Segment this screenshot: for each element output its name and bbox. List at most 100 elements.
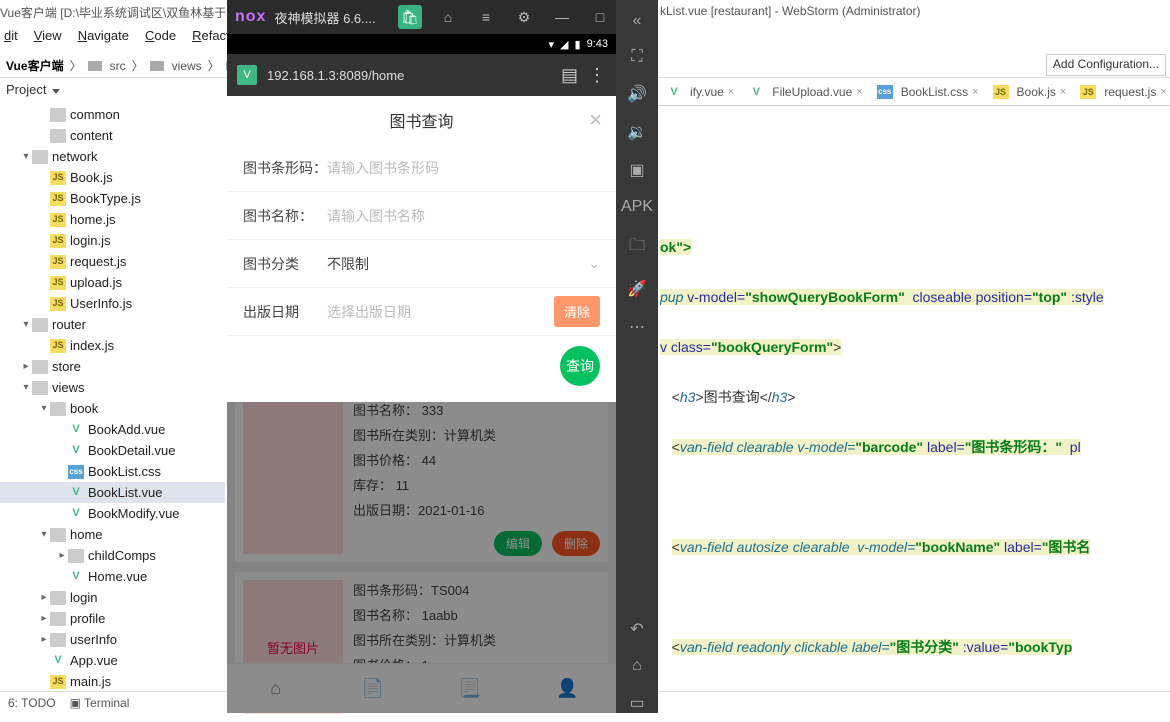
close-icon[interactable]: × [856,86,862,98]
tree-item-store[interactable]: store [0,356,225,377]
tree-item-login[interactable]: login [0,587,225,608]
nox-sidebar[interactable]: « ⛶ 🔊 🔉 ▣ APK 🗀 🚀 ⋯ ↶ ⌂ ▭ [616,0,658,713]
tab-requestjs[interactable]: JSrequest.js× [1074,81,1170,103]
close-icon[interactable]: × [589,107,602,133]
browser-address-bar[interactable]: V 192.168.1.3:8089/home ▤ ⋮ [227,54,616,96]
collapse-icon[interactable]: « [633,12,642,30]
bookname-input[interactable]: 请输入图书名称 [327,206,600,226]
close-icon[interactable]: × [728,86,734,98]
rocket-icon[interactable]: 🚀 [627,279,647,299]
js-icon: JS [993,85,1009,99]
url-text[interactable]: 192.168.1.3:8089/home [267,68,551,83]
menu-edit[interactable]: dit [4,28,18,52]
breadcrumb-project[interactable]: Vue客户端 [6,57,64,74]
query-button[interactable]: 查询 [560,346,600,386]
android-home-icon[interactable]: ⌂ [632,657,642,675]
tree-item-common[interactable]: common [0,104,225,125]
ide-menu-bar[interactable]: dit View Navigate Code Refactor [0,28,241,52]
back-icon[interactable]: ↶ [630,619,643,639]
tree-item-home-js[interactable]: JShome.js [0,209,225,230]
tree-item-bookmodify-vue[interactable]: VBookModify.vue [0,503,225,524]
recent-icon[interactable]: ▭ [629,693,644,713]
tree-item-content[interactable]: content [0,125,225,146]
maximize-icon[interactable]: □ [588,5,612,29]
tree-item-booklist-vue[interactable]: VBookList.vue [0,482,225,503]
tree-item-router[interactable]: router [0,314,225,335]
tree-item-childcomps[interactable]: childComps [0,545,225,566]
android-status-bar: ▾ ◢ ▮ 9:43 [227,34,616,54]
field-label: 图书分类 [243,254,327,274]
folder-icon[interactable]: 🗀 [629,234,645,261]
nox-titlebar[interactable]: nox 夜神模拟器 6.6.... 🛍 ⌂ ≡ ⚙ — □ ✕ [227,0,658,34]
bookname-field[interactable]: 图书名称： 请输入图书名称 [227,192,616,240]
tree-item-main-js[interactable]: JSmain.js [0,671,225,692]
kebab-icon[interactable]: ⋮ [588,65,606,86]
category-field[interactable]: 图书分类 不限制 ⌄ [227,240,616,288]
editor-tabs[interactable]: Vify.vue× VFileUpload.vue× cssBookList.c… [658,78,1170,106]
nox-title: 夜神模拟器 6.6.... [274,8,390,27]
tab-booklistcss[interactable]: cssBookList.css× [871,81,985,103]
publishdate-field[interactable]: 出版日期 选择出版日期 清除 [227,288,616,336]
barcode-input[interactable]: 请输入图书条形码 [327,158,600,178]
tabs-icon[interactable]: ▤ [561,65,578,86]
code-editor[interactable]: ok"> pup v-model="showQueryBookForm" clo… [660,110,1170,675]
tree-item-booktype-js[interactable]: JSBookType.js [0,188,225,209]
close-icon[interactable]: × [972,86,978,98]
tree-item-userinfo-js[interactable]: JSUserInfo.js [0,293,225,314]
volume-up-icon[interactable]: 🔊 [627,84,647,104]
breadcrumb-src[interactable]: src [110,59,126,73]
volume-down-icon[interactable]: 🔉 [627,122,647,142]
gear-icon[interactable]: ⚙ [512,5,536,29]
menu-navigate[interactable]: Navigate [78,28,129,52]
tree-item-upload-js[interactable]: JSupload.js [0,272,225,293]
home-icon[interactable]: ⌂ [436,5,460,29]
book-query-modal: 图书查询 × 图书条形码： 请输入图书条形码 图书名称： 请输入图书名称 图书分… [227,96,616,402]
tab-ifyvue[interactable]: Vify.vue× [660,81,740,103]
folder-icon [88,61,102,71]
field-label: 出版日期 [243,302,327,322]
apk-icon[interactable]: APK [621,198,653,216]
tree-item-bookadd-vue[interactable]: VBookAdd.vue [0,419,225,440]
close-icon[interactable]: × [1160,86,1166,98]
todo-tool[interactable]: 6: TODO [8,696,56,710]
close-icon[interactable]: × [1060,86,1066,98]
screenshot-icon[interactable]: ▣ [629,160,644,180]
tree-item-profile[interactable]: profile [0,608,225,629]
tree-item-book-js[interactable]: JSBook.js [0,167,225,188]
tree-item-views[interactable]: views [0,377,225,398]
tree-item-request-js[interactable]: JSrequest.js [0,251,225,272]
date-input[interactable]: 选择出版日期 [327,302,546,322]
more-icon[interactable]: ⋯ [629,317,645,337]
vue-icon: V [237,65,257,85]
tree-item-app-vue[interactable]: VApp.vue [0,650,225,671]
terminal-tool[interactable]: ▣ Terminal [70,696,130,710]
tree-item-network[interactable]: network [0,146,225,167]
project-tool-label[interactable]: Project [6,82,60,97]
vue-icon: V [666,85,682,99]
tree-item-userinfo[interactable]: userInfo [0,629,225,650]
minimize-icon[interactable]: — [550,5,574,29]
clear-button[interactable]: 清除 [554,296,600,327]
tree-item-booklist-css[interactable]: cssBookList.css [0,461,225,482]
menu-code[interactable]: Code [145,28,176,52]
tree-item-bookdetail-vue[interactable]: VBookDetail.vue [0,440,225,461]
tab-fileupload[interactable]: VFileUpload.vue× [742,81,868,103]
add-configuration-button[interactable]: Add Configuration... [1046,54,1166,76]
project-tree[interactable]: commoncontentnetworkJSBook.jsJSBookType.… [0,104,225,692]
menu-icon[interactable]: ≡ [474,5,498,29]
battery-icon: ▮ [575,38,581,51]
barcode-field[interactable]: 图书条形码： 请输入图书条形码 [227,144,616,192]
tab-bookjs[interactable]: JSBook.js× [987,81,1073,103]
tree-item-home[interactable]: home [0,524,225,545]
vue-icon: V [748,85,764,99]
nox-logo: nox [235,8,266,26]
fullscreen-icon[interactable]: ⛶ [631,48,642,66]
menu-view[interactable]: View [34,28,62,52]
tree-item-login-js[interactable]: JSlogin.js [0,230,225,251]
signal-icon: ◢ [560,38,568,51]
tree-item-index-js[interactable]: JSindex.js [0,335,225,356]
breadcrumb-views[interactable]: views [172,59,202,73]
nox-shop-icon[interactable]: 🛍 [398,5,422,29]
tree-item-home-vue[interactable]: VHome.vue [0,566,225,587]
tree-item-book[interactable]: book [0,398,225,419]
